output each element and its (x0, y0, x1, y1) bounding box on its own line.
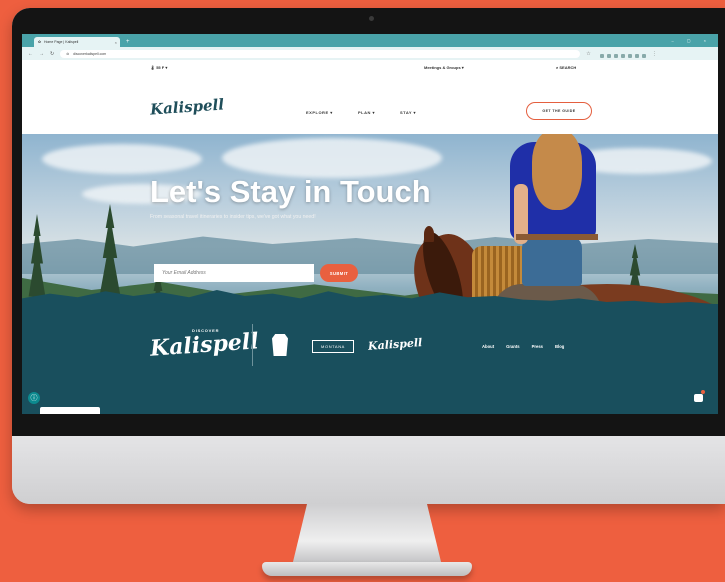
site-info-icon[interactable]: ⊜ (66, 52, 69, 56)
hero-subtitle: From seasonal travel itineraries to insi… (150, 214, 316, 220)
rider-belt (516, 234, 598, 240)
meetings-groups-link[interactable]: Meetings & Groups ▾ (424, 65, 464, 70)
footer-kalispell-logo[interactable]: Kalispell (149, 328, 259, 362)
monitor-stand (292, 504, 442, 566)
close-tab-icon[interactable]: × (115, 40, 117, 45)
screen: ✿ Home Page | Kalispell × + – ▢ × ← → ↻ … (22, 34, 718, 414)
forward-icon[interactable]: → (39, 51, 44, 57)
chat-badge (701, 390, 705, 394)
browser-tab[interactable]: ✿ Home Page | Kalispell × (34, 37, 120, 47)
nav-explore[interactable]: EXPLORE ▾ (306, 110, 333, 115)
favicon-icon: ✿ (38, 40, 41, 44)
nav-plan[interactable]: PLAN ▾ (358, 110, 375, 115)
search-icon: ⌕ (556, 64, 559, 70)
rider-hair (532, 134, 582, 210)
mountain-range (22, 236, 718, 274)
browser-toolbar: ← → ↻ ⊜ discoverkalispell.com ☆ ⋮ (22, 47, 718, 60)
hero-title: Let's Stay in Touch (150, 174, 431, 209)
search-link[interactable]: ⌕ SEARCH (556, 65, 576, 70)
accessibility-icon[interactable]: ⓘ (28, 392, 40, 404)
weather-widget[interactable]: 🌡 55 F ▾ (150, 65, 167, 70)
kalispell-logo[interactable]: Kalispell (149, 95, 224, 118)
submit-button[interactable]: SUBMIT (320, 264, 358, 282)
email-input[interactable] (154, 264, 314, 282)
horse-ear (424, 226, 434, 242)
footer-link-about[interactable]: About (482, 344, 494, 349)
national-park-icon[interactable] (272, 334, 288, 356)
reload-icon[interactable]: ↻ (50, 51, 54, 57)
cookie-banner[interactable] (40, 407, 100, 414)
rider-jeans (522, 236, 582, 286)
footer-link-press[interactable]: Press (532, 344, 543, 349)
bookmark-star-icon[interactable]: ☆ (586, 51, 590, 57)
footer-kalispell-logo-small[interactable]: Kalispell (368, 336, 423, 353)
montana-logo[interactable]: MONTANA (312, 340, 354, 353)
menu-kebab-icon[interactable]: ⋮ (652, 51, 657, 57)
nav-stay[interactable]: STAY ▾ (400, 110, 416, 115)
utility-bar: 🌡 55 F ▾ Meetings & Groups ▾ ⌕ SEARCH (22, 60, 718, 74)
new-tab-button[interactable]: + (126, 37, 130, 47)
monitor-chin (12, 436, 725, 504)
footer-divider (252, 324, 253, 366)
tab-title: Home Page | Kalispell (43, 40, 79, 44)
back-icon[interactable]: ← (28, 51, 33, 57)
url-text: discoverkalispell.com (73, 51, 107, 56)
footer-link-grants[interactable]: Grants (506, 344, 520, 349)
footer-links: About Grants Press Blog (482, 344, 564, 349)
footer: DISCOVER Kalispell MONTANA Kalispell Abo… (22, 290, 718, 414)
monitor-stand-base (262, 562, 472, 576)
get-the-guide-button[interactable]: GET THE GUIDE (526, 102, 592, 120)
address-bar[interactable]: ⊜ discoverkalispell.com (60, 49, 581, 58)
footer-link-blog[interactable]: Blog (555, 344, 564, 349)
main-navigation: Kalispell EXPLORE ▾ PLAN ▾ STAY ▾ GET TH… (22, 74, 718, 135)
chat-icon[interactable] (694, 394, 703, 402)
camera-icon (369, 16, 374, 21)
window-controls[interactable]: – ▢ × (671, 35, 718, 47)
thermometer-icon: 🌡 (150, 64, 156, 70)
